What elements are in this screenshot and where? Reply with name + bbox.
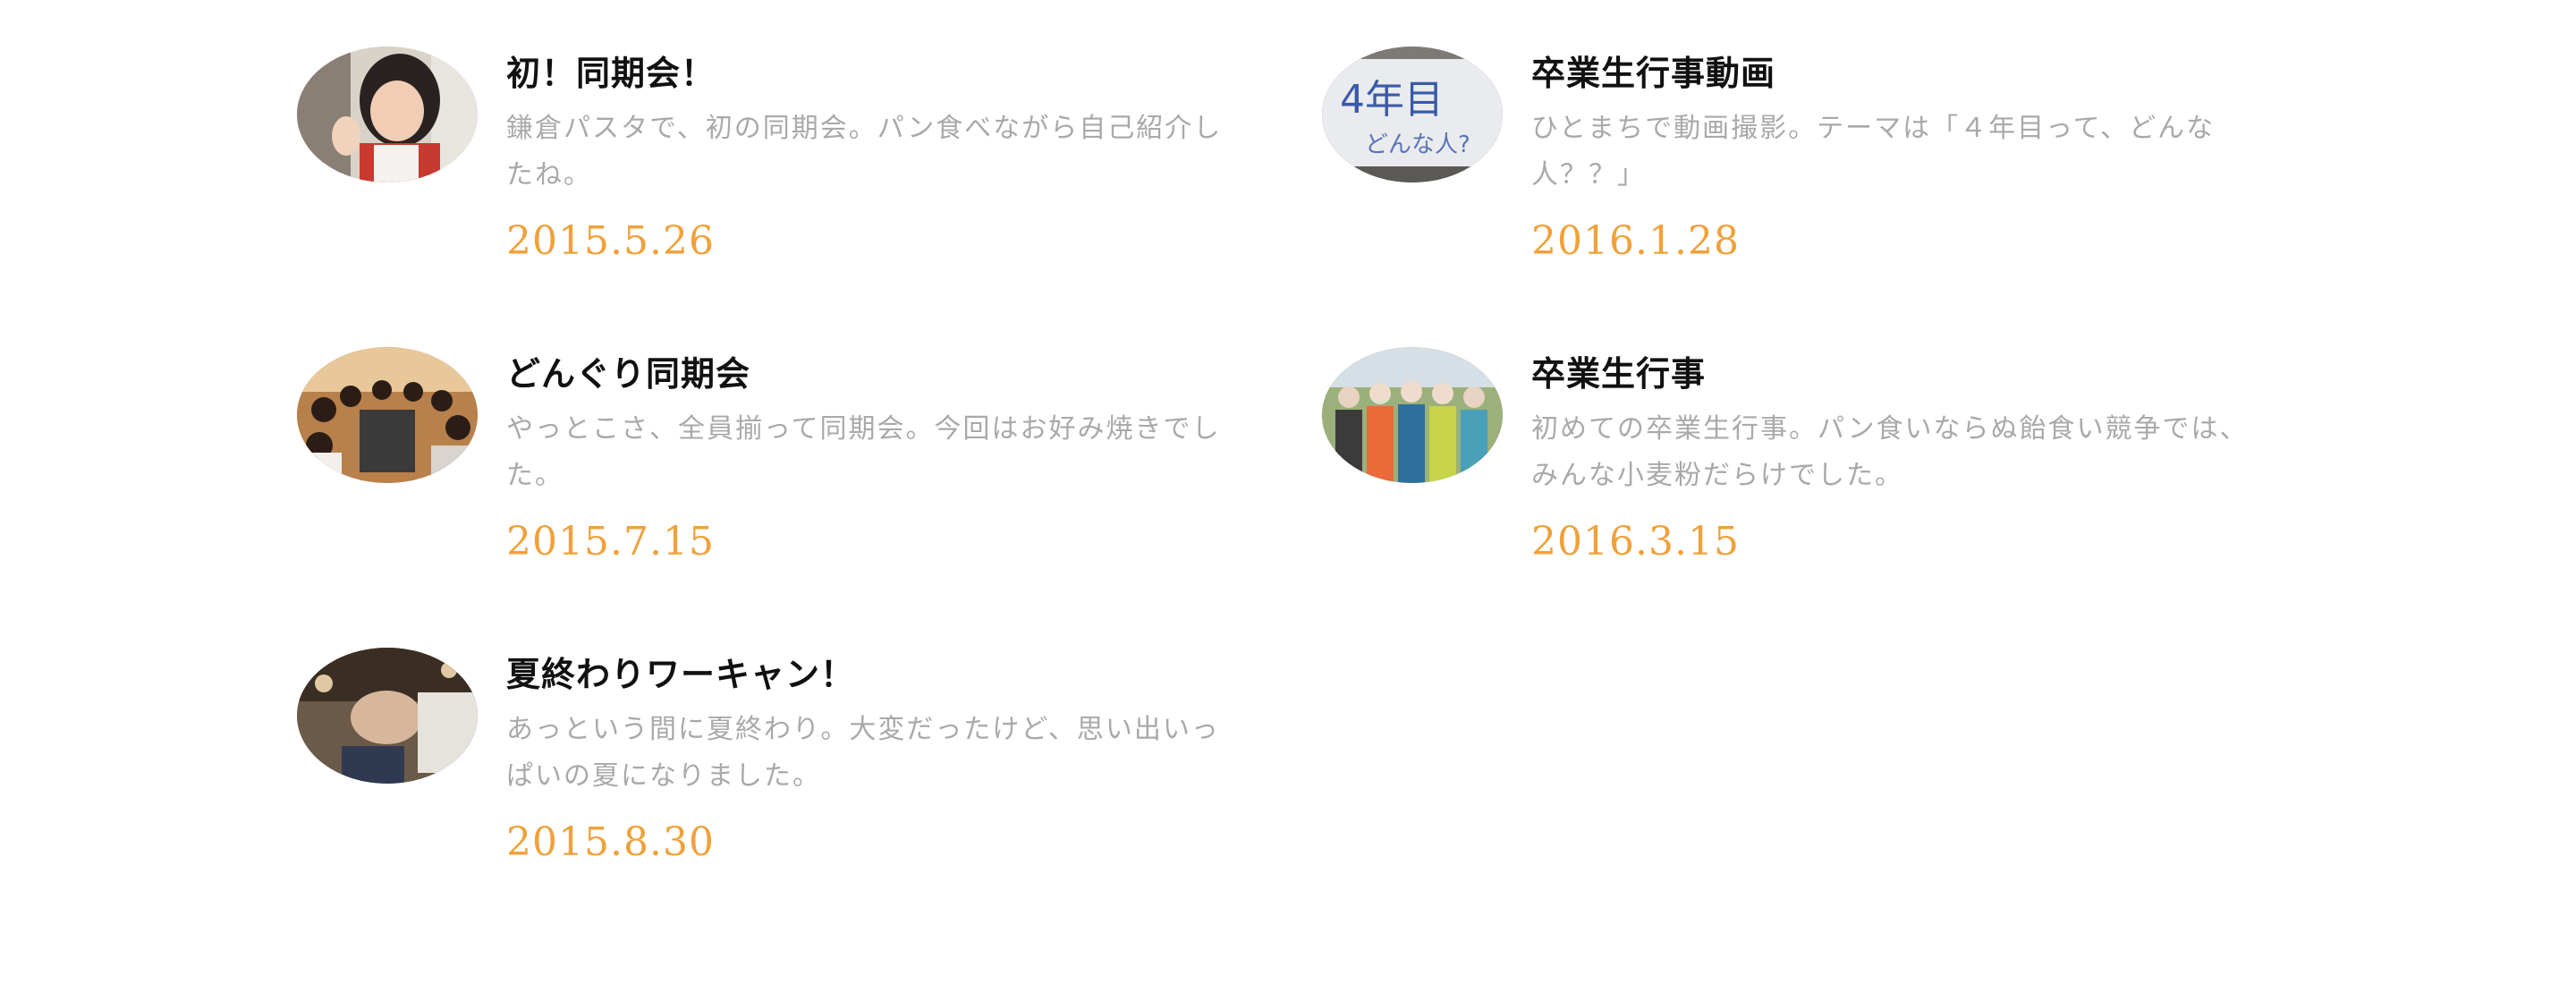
event-date: 2016.3.15 <box>1531 519 1740 564</box>
event-title[interactable]: 卒業生行事動画 <box>1531 50 2265 97</box>
event-title[interactable]: 夏終わりワーキャン！ <box>506 651 1240 698</box>
event-thumbnail[interactable] <box>297 648 478 784</box>
event-card[interactable]: 4年目 どんな人? 卒業生行事動画 ひとまちで動画撮影。テーマは「４年目って、ど… <box>1322 47 2270 306</box>
event-thumbnail[interactable] <box>1322 347 1503 483</box>
event-thumbnail[interactable] <box>297 47 478 182</box>
event-card[interactable]: 初！同期会！ 鎌倉パスタで、初の同期会。パン食べながら自己紹介したね。 2015… <box>297 47 1245 306</box>
photo-image <box>297 347 478 483</box>
event-date: 2015.7.15 <box>506 519 715 564</box>
event-title[interactable]: 初！同期会！ <box>506 50 1240 97</box>
event-description: ひとまちで動画撮影。テーマは「４年目って、どんな人？？」 <box>1531 113 2216 191</box>
event-date: 2016.1.28 <box>1531 218 1740 264</box>
photo-image: 4年目 どんな人? <box>1322 47 1503 182</box>
event-description: やっとこさ、全員揃って同期会。今回はお好み焼きでした。 <box>506 413 1221 491</box>
event-description: あっという間に夏終わり。大変だったけど、思い出いっぱいの夏になりました。 <box>506 714 1220 792</box>
svg-text:どんな人?: どんな人? <box>1365 131 1470 158</box>
event-card[interactable]: どんぐり同期会 やっとこさ、全員揃って同期会。今回はお好み焼きでした。 2015… <box>297 347 1245 607</box>
event-timeline: 初！同期会！ 鎌倉パスタで、初の同期会。パン食べながら自己紹介したね。 2015… <box>0 0 2576 984</box>
event-description: 鎌倉パスタで、初の同期会。パン食べながら自己紹介したね。 <box>506 113 1223 191</box>
event-title[interactable]: 卒業生行事 <box>1531 351 2265 397</box>
event-title[interactable]: どんぐり同期会 <box>506 351 1240 397</box>
event-thumbnail[interactable]: 4年目 どんな人? <box>1322 47 1503 182</box>
event-card[interactable]: 卒業生行事 初めての卒業生行事。パン食いならぬ飴食い競争では、みんな小麦粉だらけ… <box>1322 347 2270 607</box>
photo-image <box>297 47 478 182</box>
whiteboard-text: 4年目 <box>1340 77 1444 123</box>
photo-image <box>297 648 478 784</box>
event-date: 2015.5.26 <box>506 218 715 264</box>
event-thumbnail[interactable] <box>297 347 478 483</box>
event-card[interactable]: 夏終わりワーキャン！ あっという間に夏終わり。大変だったけど、思い出いっぱいの夏… <box>297 648 1245 907</box>
event-date: 2015.8.30 <box>506 819 715 865</box>
photo-image <box>1322 347 1503 483</box>
event-description: 初めての卒業生行事。パン食いならぬ飴食い競争では、みんな小麦粉だらけでした。 <box>1531 413 2249 491</box>
